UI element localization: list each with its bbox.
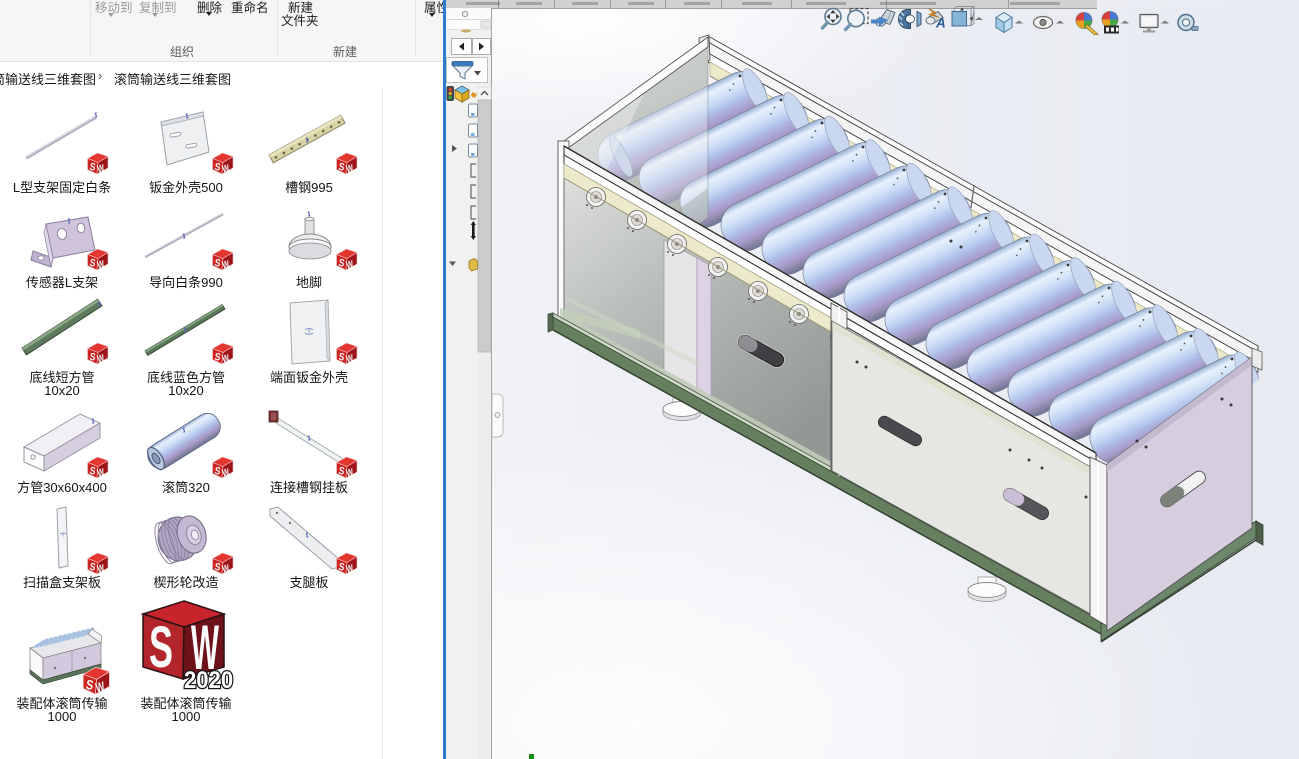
svg-text:2020: 2020 [184,666,233,693]
svg-text:A: A [935,16,946,31]
svg-text:S: S [149,615,173,680]
